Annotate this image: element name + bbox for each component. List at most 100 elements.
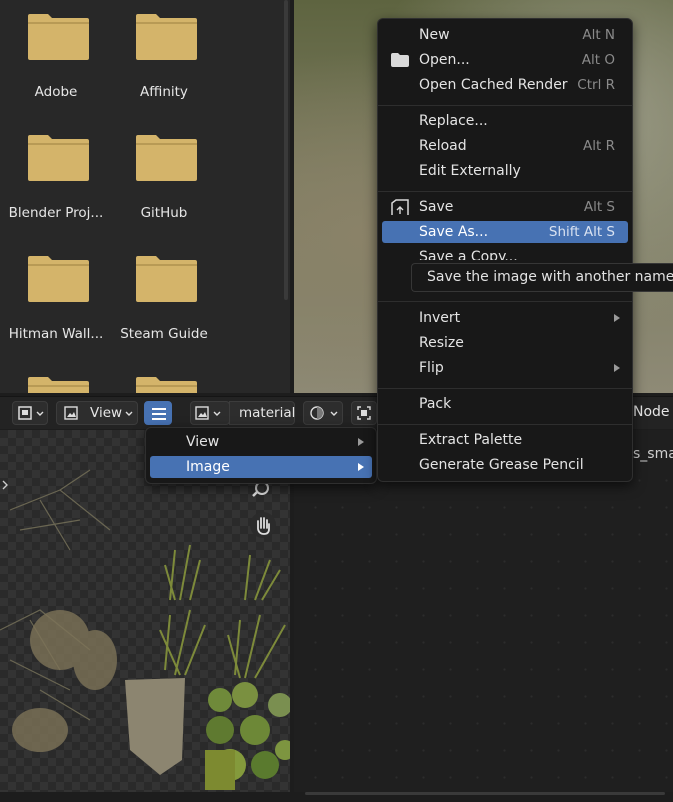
folder-icon — [28, 135, 89, 181]
image-name-field[interactable]: material — [229, 401, 295, 425]
menu-separator — [378, 105, 632, 106]
shading-mode-button[interactable] — [303, 401, 343, 425]
menu-item-label: Save As... — [419, 224, 489, 240]
image-editor-canvas[interactable] — [0, 430, 290, 792]
frame-all-button[interactable] — [351, 401, 377, 425]
header-menu: View Image — [145, 427, 377, 484]
view-mode-label: View — [90, 405, 123, 421]
folder-label: Adobe — [34, 84, 78, 100]
file-browser-scrollbar[interactable] — [284, 0, 288, 300]
shading-icon — [310, 406, 324, 420]
folder-item[interactable]: Hitman Wall... — [2, 242, 110, 352]
submenu-arrow-icon — [358, 463, 364, 471]
menu-item-replace[interactable]: Replace... — [382, 110, 628, 132]
menu-button[interactable] — [144, 401, 172, 425]
menu-item-edit-externally[interactable]: Edit Externally — [382, 160, 628, 182]
folder-item[interactable] — [2, 363, 110, 393]
menu-separator — [378, 424, 632, 425]
menu-item-label: Generate Grease Pencil — [419, 457, 584, 473]
folder-label: GitHub — [140, 205, 188, 221]
node-editor-canvas[interactable]: s_smal — [294, 430, 673, 792]
menu-item-label: Reload — [419, 138, 467, 154]
menu-item-label: View — [186, 434, 220, 450]
menu-item-reload[interactable]: Reload Alt R — [382, 135, 628, 157]
menu-item-flip[interactable]: Flip — [382, 357, 628, 379]
view-submenu-item[interactable]: View — [150, 431, 372, 453]
chevron-down-icon — [36, 411, 44, 416]
folder-open-icon — [391, 53, 409, 67]
folder-label: Hitman Wall... — [8, 326, 104, 342]
menu-item-save[interactable]: Save Alt S — [382, 196, 628, 218]
menu-item-shortcut: Alt R — [583, 138, 615, 154]
menu-separator — [378, 388, 632, 389]
menu-item-extract-palette[interactable]: Extract Palette — [382, 429, 628, 451]
menu-item-label: Replace... — [419, 113, 488, 129]
image-icon — [64, 406, 78, 420]
folder-item[interactable]: Steam Guide — [110, 242, 218, 352]
folder-item[interactable] — [110, 363, 218, 393]
menu-item-resize[interactable]: Resize — [382, 332, 628, 354]
editor-type-button[interactable] — [12, 401, 48, 425]
chevron-down-icon — [330, 411, 338, 416]
menu-item-label: Save — [419, 199, 454, 215]
menu-item-label: Open Cached Render — [419, 77, 568, 93]
menu-item-shortcut: Alt N — [582, 27, 615, 43]
menu-item-new[interactable]: New Alt N — [382, 24, 628, 46]
folder-label: Affinity — [140, 84, 188, 100]
menu-separator — [378, 301, 632, 302]
image-submenu-item[interactable]: Image — [150, 456, 372, 478]
sidebar-toggle-icon[interactable] — [0, 477, 10, 491]
node-label: s_smal — [633, 446, 673, 462]
view-mode-button[interactable]: View — [56, 401, 138, 425]
menu-separator — [378, 191, 632, 192]
folder-icon — [136, 256, 197, 302]
folder-icon — [28, 14, 89, 60]
texture-atlas-image — [0, 469, 290, 790]
menu-item-label: Image — [186, 459, 230, 475]
folder-item[interactable]: Affinity — [110, 0, 218, 110]
folder-label: Blender Proj... — [8, 205, 104, 221]
folder-icon — [136, 377, 197, 393]
menu-item-open-cached-render[interactable]: Open Cached Render Ctrl R — [382, 74, 628, 96]
image-icon — [195, 406, 209, 420]
menu-item-shortcut: Alt O — [581, 52, 615, 68]
menu-item-generate-grease-pencil[interactable]: Generate Grease Pencil — [382, 454, 628, 476]
bottom-scrollbar[interactable] — [0, 792, 673, 802]
menu-item-pack[interactable]: Pack — [382, 393, 628, 415]
menu-item-label: Extract Palette — [419, 432, 523, 448]
folder-label: Steam Guide — [120, 326, 208, 342]
menu-item-label: Flip — [419, 360, 444, 376]
image-browse-button[interactable] — [190, 401, 230, 425]
pan-hand-icon[interactable] — [249, 511, 277, 539]
frame-icon — [357, 406, 371, 420]
submenu-arrow-icon — [614, 314, 620, 322]
chevron-down-icon — [213, 411, 221, 416]
menu-item-save-as[interactable]: Save As... Shift Alt S — [382, 221, 628, 243]
folder-item[interactable]: Adobe — [2, 0, 110, 110]
menu-item-label: New — [419, 27, 450, 43]
menu-item-save-a-copy[interactable]: Save a Copy... — [382, 246, 628, 260]
file-browser: Adobe Affinity Blender Proj... GitHub Hi… — [0, 0, 290, 393]
menu-item-label: Save a Copy... — [419, 249, 518, 260]
hamburger-menu-icon — [152, 408, 166, 420]
menu-item-invert[interactable]: Invert — [382, 307, 628, 329]
image-menu: New Alt N Open... Alt O Open Cached Rend… — [377, 18, 633, 482]
chevron-down-icon — [125, 411, 133, 416]
folder-icon — [136, 14, 197, 60]
menu-item-shortcut: Alt S — [583, 199, 615, 215]
folder-icon — [28, 256, 89, 302]
menu-item-label: Pack — [419, 396, 452, 412]
menu-item-label: Edit Externally — [419, 163, 521, 179]
editor-type-icon — [18, 406, 32, 420]
menu-item-shortcut: Ctrl R — [577, 77, 615, 93]
menu-item-open[interactable]: Open... Alt O — [382, 49, 628, 71]
folder-item[interactable]: GitHub — [110, 121, 218, 231]
save-icon — [391, 199, 409, 215]
node-menu-label[interactable]: Node — [633, 404, 670, 420]
menu-item-label: Invert — [419, 310, 461, 326]
folder-item[interactable]: Blender Proj... — [2, 121, 110, 231]
folder-icon — [28, 377, 89, 393]
submenu-arrow-icon — [358, 438, 364, 446]
menu-item-label: Open... — [419, 52, 470, 68]
menu-item-label: Resize — [419, 335, 464, 351]
